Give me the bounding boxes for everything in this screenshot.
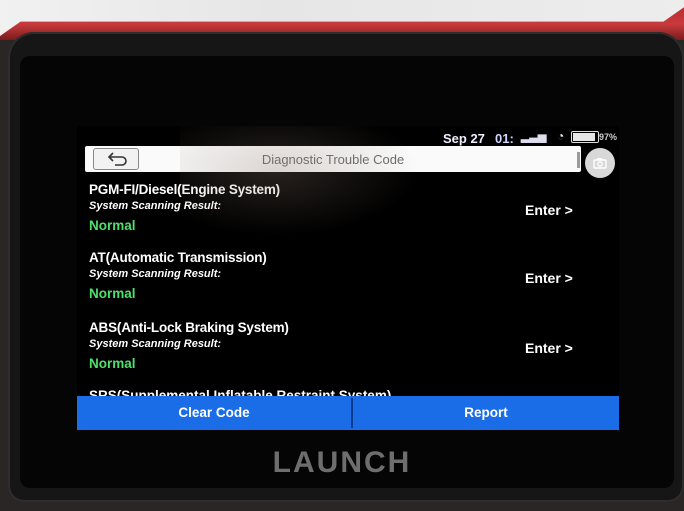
scan-result-label: System Scanning Result: <box>89 338 222 350</box>
system-item-abs: ABS(Anti-Lock Braking System) System Sca… <box>89 320 609 382</box>
wifi-icon: ◔ <box>557 129 565 143</box>
system-name: PGM-FI/Diesel(Engine System) <box>89 182 280 197</box>
status-date: Sep 27 <box>443 131 485 146</box>
device-brand-logo: LAUNCH <box>272 446 412 479</box>
scan-result-value: Normal <box>89 218 136 233</box>
device-screen: Sep 27 01: ▂▃▅ ◔ 97% Diagnostic Trouble … <box>77 126 619 430</box>
enter-button-transmission[interactable]: Enter > <box>525 270 573 286</box>
title-divider <box>577 152 580 168</box>
system-item-transmission: AT(Automatic Transmission) System Scanni… <box>89 250 609 312</box>
status-time: 01: <box>495 131 514 146</box>
system-item-engine: PGM-FI/Diesel(Engine System) System Scan… <box>89 182 609 244</box>
enter-button-abs[interactable]: Enter > <box>525 340 573 356</box>
screenshot-button[interactable] <box>585 148 615 178</box>
clear-code-button[interactable]: Clear Code <box>77 396 351 430</box>
report-button[interactable]: Report <box>353 396 619 430</box>
page-title: Diagnostic Trouble Code <box>261 152 405 167</box>
battery-icon <box>571 131 599 143</box>
action-footer: Clear Code Report <box>77 396 619 430</box>
scan-result-value: Normal <box>89 286 136 301</box>
title-bar: Diagnostic Trouble Code <box>85 146 581 172</box>
system-name: AT(Automatic Transmission) <box>89 250 267 265</box>
status-bar: Sep 27 01: ▂▃▅ ◔ 97% <box>77 126 619 146</box>
system-name: ABS(Anti-Lock Braking System) <box>89 320 289 335</box>
scan-result-value: Normal <box>89 356 136 371</box>
scan-result-label: System Scanning Result: <box>89 200 222 212</box>
battery-percent: 97% <box>599 132 618 142</box>
signal-icon: ▂▃▅ <box>521 131 547 143</box>
scan-result-label: System Scanning Result: <box>89 268 222 280</box>
camera-icon <box>593 158 607 169</box>
enter-button-engine[interactable]: Enter > <box>525 202 573 218</box>
